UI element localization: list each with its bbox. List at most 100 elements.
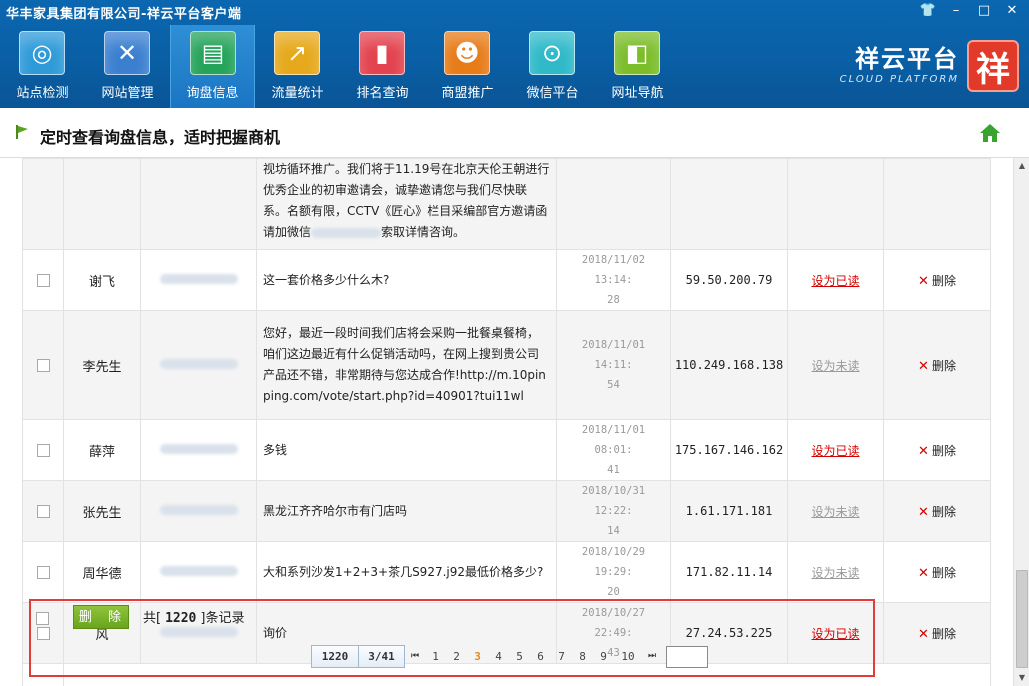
table-row: 周华德 大和系列沙发1+2+3+茶几S927.j92最低价格多少? 2018/10/…	[22, 541, 991, 603]
close-icon[interactable]: ✕	[1001, 2, 1023, 20]
trend-icon: ↗	[274, 31, 320, 75]
row-checkbox[interactable]	[36, 444, 50, 457]
flag-icon	[16, 125, 28, 139]
ip-cell: 175.167.146.162	[670, 419, 788, 481]
brand-seal: 祥	[967, 40, 1019, 92]
time-cell: 2018/11/01 14:11: 54	[556, 310, 671, 420]
time-cell: 2018/11/02 13:14: 28	[556, 249, 671, 311]
toolbar-item-6[interactable]: ☻ 商盟推广	[425, 25, 510, 108]
page-title: 定时查看询盘信息，适时把握商机	[40, 128, 281, 147]
name-cell: 张先生	[63, 480, 141, 542]
brand-name: 祥云平台	[855, 45, 959, 73]
row-checkbox[interactable]	[36, 505, 50, 518]
ip-cell: 1.61.171.181	[670, 480, 788, 542]
time-cell: 2018/11/01 08:01: 41	[556, 419, 671, 481]
first-page-icon[interactable]: ⏮	[405, 645, 425, 668]
pager-page-of: 3/41	[358, 645, 405, 668]
main-toolbar: ◎ 站点检测 ✕ 网站管理 ▤ 询盘信息 ↗ 流量统计 ▮ 排名查询 ☻ 商盟推广 ⊙ 微信平台 ◧ 网址导航	[0, 25, 680, 108]
name-cell: 李先生	[63, 310, 141, 420]
page-link-6[interactable]: 6	[530, 645, 551, 668]
toggle-read-link[interactable]: 设为未读	[811, 566, 859, 580]
pager-total: 1220	[311, 645, 359, 668]
page-link-10[interactable]: 10	[614, 645, 642, 668]
toolbar-item-2[interactable]: ✕ 网站管理	[85, 25, 170, 108]
delete-icon: ✕	[918, 443, 929, 459]
window-title: 华丰家具集团有限公司-祥云平台客户端	[6, 7, 242, 22]
message-cell: 黑龙江齐齐哈尔市有门店吗	[256, 480, 557, 542]
row-checkbox[interactable]	[36, 359, 50, 372]
toolbar-item-8[interactable]: ◧ 网址导航	[595, 25, 680, 108]
home-icon[interactable]	[979, 122, 1001, 144]
row-checkbox[interactable]	[36, 566, 50, 579]
name-cell: 周华德	[63, 541, 141, 603]
message-cell: 这一套价格多少什么木?	[256, 249, 557, 311]
toolbar-item-label: 询盘信息	[186, 86, 239, 101]
brand-logo: 祥云平台 CLOUD PLATFORM 祥	[840, 40, 1019, 92]
radar-icon: ◎	[19, 31, 65, 75]
scrollbar-thumb[interactable]	[1016, 570, 1028, 668]
page-link-5[interactable]: 5	[509, 645, 530, 668]
delete-link[interactable]: ✕ 删除	[918, 627, 956, 642]
toolbar-item-5[interactable]: ▮ 排名查询	[340, 25, 425, 108]
delete-link[interactable]: ✕ 删除	[918, 273, 956, 289]
table-row: 李先生 您好，最近一段时间我们店将会采购一批餐桌餐椅，咱们这边最近有什么促销活动吗…	[22, 310, 991, 420]
pagination: 1220 3/41 ⏮ 1 2 3 4 5 6 7 8 9 10 ⏭	[311, 645, 708, 668]
inquiry-content: 视坊循环推广。我们将于11.19号在北京天伦王朝进行优秀企业的初审邀请会，诚挚邀…	[0, 158, 1013, 686]
table-row: 薛萍 多钱 2018/11/01 08:01: 41 175.167.146.162 设为…	[22, 419, 991, 481]
page-link-9[interactable]: 9	[593, 645, 614, 668]
page-jump-input[interactable]	[666, 645, 708, 668]
page-link-4[interactable]: 4	[488, 645, 509, 668]
delete-icon: ✕	[918, 273, 929, 289]
time-cell: 2018/10/31 12:22: 14	[556, 480, 671, 542]
page-link-3[interactable]: 3	[467, 645, 488, 668]
phone-cell	[140, 419, 257, 481]
toolbar-item-label: 网址导航	[611, 86, 664, 101]
toolbar-item-7[interactable]: ⊙ 微信平台	[510, 25, 595, 108]
masked-contact	[311, 227, 382, 238]
toggle-read-link[interactable]: 设为已读	[811, 274, 859, 288]
masked-phone	[159, 444, 238, 454]
delete-link[interactable]: ✕ 删除	[918, 505, 956, 520]
minimize-icon[interactable]: –	[945, 2, 967, 20]
delete-link[interactable]: ✕ 删除	[918, 358, 956, 374]
page-link-1[interactable]: 1	[425, 645, 446, 668]
users-icon: ☻	[444, 31, 490, 75]
window-controls: 👕 – □ ✕	[917, 2, 1023, 20]
delete-link[interactable]: ✕ 删除	[918, 565, 956, 581]
scroll-down-icon[interactable]: ▼	[1014, 670, 1029, 686]
select-all-checkbox[interactable]	[36, 612, 49, 625]
toolbar-item-4[interactable]: ↗ 流量统计	[255, 25, 340, 108]
masked-phone	[159, 274, 238, 284]
phone-cell	[140, 541, 257, 603]
shirt-icon[interactable]: 👕	[917, 2, 939, 20]
name-cell: 薛萍	[63, 419, 141, 481]
message-cell: 您好，最近一段时间我们店将会采购一批餐桌餐椅，咱们这边最近有什么促销活动吗，在网…	[256, 310, 557, 420]
row-checkbox[interactable]	[36, 274, 50, 287]
toolbar-item-label: 网站管理	[101, 86, 154, 101]
toolbar-item-3[interactable]: ▤ 询盘信息	[170, 25, 255, 108]
delete-icon: ✕	[918, 565, 929, 581]
toggle-read-link[interactable]: 设为未读	[811, 505, 859, 519]
maximize-icon[interactable]: □	[973, 2, 995, 20]
delete-icon: ✕	[918, 358, 929, 374]
page-link-2[interactable]: 2	[446, 645, 467, 668]
toolbar-item-label: 微信平台	[526, 86, 579, 101]
page-link-7[interactable]: 7	[551, 645, 572, 668]
message-text-suffix: 索取详情咨询。	[381, 225, 466, 239]
mouse-icon: ◧	[614, 31, 660, 75]
toolbar-item-label: 商盟推广	[441, 86, 494, 101]
page-link-8[interactable]: 8	[572, 645, 593, 668]
last-page-icon[interactable]: ⏭	[642, 645, 662, 668]
wechat-icon: ⊙	[529, 31, 575, 75]
delete-link[interactable]: ✕ 删除	[918, 443, 956, 459]
scroll-up-icon[interactable]: ▲	[1014, 158, 1029, 174]
message-cell: 大和系列沙发1+2+3+茶几S927.j92最低价格多少?	[256, 541, 557, 603]
toolbar-item-1[interactable]: ◎ 站点检测	[0, 25, 85, 108]
record-count: 共[1220]条记录	[143, 611, 245, 626]
ip-cell: 59.50.200.79	[670, 249, 788, 311]
batch-delete-button[interactable]: 删 除	[73, 605, 129, 629]
toggle-read-link[interactable]: 设为已读	[811, 444, 859, 458]
vertical-scrollbar[interactable]: ▲ ▼	[1013, 158, 1029, 686]
toggle-read-link[interactable]: 设为未读	[811, 359, 859, 373]
toolbar-item-label: 流量统计	[271, 86, 324, 101]
